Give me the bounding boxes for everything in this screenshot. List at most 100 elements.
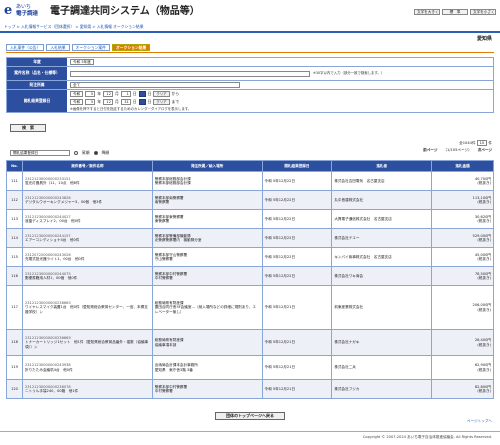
row-no: 114 xyxy=(6,228,23,248)
page: e あいち 電子調達 電子調達共同システム（物品等） 文字を大きく 標 準 文字… xyxy=(0,0,500,445)
from-day-input[interactable]: 1 xyxy=(120,91,131,98)
clear-from-button[interactable]: クリア xyxy=(153,91,170,98)
breadcrumb[interactable]: トップ > 入札情報サービス（団体選択） > 愛知県 > 入札情報 オークション… xyxy=(4,24,144,30)
place: 中村警察署 xyxy=(154,276,173,280)
dept-select[interactable]: 全て xyxy=(70,82,240,88)
from-suffix: から xyxy=(171,91,180,97)
to-era-select[interactable]: 令和 xyxy=(70,99,84,106)
open-date: 令和 5年12月22日 xyxy=(261,209,333,229)
pager: 全1044件 10 件 前ページ （1/105ページ） 次ページ xyxy=(423,140,492,152)
col-amount: 落札金額 xyxy=(431,160,494,172)
tab-bid-results[interactable]: 入札結果 xyxy=(46,44,70,51)
to-year-input[interactable]: 5 xyxy=(85,99,96,106)
total-count: 全1044件 xyxy=(459,140,476,145)
search-button[interactable]: 検 索 xyxy=(10,124,46,132)
case-name-link[interactable]: ワイヤレスマイク装置1台 他0件（愛知県総合教育センター、一宮、本郷支援学校）ン xyxy=(25,305,150,314)
system-title: 電子調達共同システム（物品等） xyxy=(50,6,200,17)
year-select[interactable]: 令和 5年度 xyxy=(70,59,94,65)
open-date: 令和 5年12月22日 xyxy=(261,228,333,248)
back-to-top-button[interactable]: 団体のトップページへ戻る xyxy=(215,412,285,420)
sort-asc-label: 昇順 xyxy=(82,149,90,155)
open-date: 令和 5年12月21日 xyxy=(261,329,333,356)
from-month-unit: 月 xyxy=(114,91,119,97)
table-row: 112 23121230000000243828 デジタルウオーキングメジャー3，… xyxy=(6,190,494,210)
sort-controls: 開札結果登録日 昇順 降順 xyxy=(10,150,109,156)
table-row: 117 23121230000000236663 ワイヤレスマイク装置1台 他0件… xyxy=(6,285,494,330)
page-top-link[interactable]: ページトップへ xyxy=(467,419,492,423)
font-large-button[interactable]: 文字を大きく xyxy=(414,9,440,15)
to-month-input[interactable]: 12 xyxy=(102,99,113,106)
font-small-button[interactable]: 文字を小さく xyxy=(470,9,496,15)
from-month-input[interactable]: 12 xyxy=(102,91,113,98)
tab-auction-cases[interactable]: オークション案件 xyxy=(71,44,110,51)
date-from-line: 令和 5 年 12 月 1 日 日 クリア から xyxy=(70,91,179,98)
winner: 株式会社吉田電気 名古屋支店 xyxy=(331,171,433,191)
table-row: 113 23121230000000244027 液晶ディスプレイ2，00台 他0… xyxy=(6,209,494,229)
open-date: 令和 5年12月21日 xyxy=(261,379,333,399)
tax-note: (税抜き) xyxy=(477,200,491,204)
tax-note: (税抜き) xyxy=(477,307,491,312)
row-no: 111 xyxy=(6,171,23,191)
to-weekday: 日 xyxy=(147,99,152,105)
open-date: 令和 5年12月22日 xyxy=(261,171,333,191)
sort-desc-label: 降順 xyxy=(101,149,110,155)
case-name-link[interactable]: 蛍光灯器具外（11，10点 他8件 xyxy=(25,181,150,185)
open-date: 令和 5年12月22日 xyxy=(261,190,333,210)
row-no: 116 xyxy=(6,266,23,286)
header: e あいち 電子調達 電子調達共同システム（物品等） 文字を大きく 標 準 文字… xyxy=(0,0,500,24)
clear-to-button[interactable]: クリア xyxy=(153,99,170,106)
case-name-link[interactable]: 液晶ディスプレイ2，00台 他0件 xyxy=(25,219,150,223)
winner: 株式会社ナガキ xyxy=(331,329,433,356)
tax-note: (税抜き) xyxy=(477,181,491,185)
place: 愛知県 東庁舎3階 3番 xyxy=(154,367,193,372)
row-no: 118 xyxy=(6,329,23,356)
case-name-link[interactable]: 郵便書籍用人材1，00個 他0件 xyxy=(25,276,150,280)
date-note: ※画像を押下すると日付を指定するためのカレンダーダイアログを表示します。 xyxy=(70,106,192,111)
table-row: 114 23121230000000244157 エアーコンディショナ4台 他0件… xyxy=(6,228,494,248)
results-table: No. 案件番号／案件名称 発注所属／納入場所 開札結果登録日 落札者 落札金額… xyxy=(6,160,494,399)
from-day-unit: 日 xyxy=(132,91,137,97)
case-label: 案件名称（品名・仕様等） xyxy=(7,67,67,80)
tax-note: (税抜き) xyxy=(477,367,491,372)
logo[interactable]: e あいち 電子調達 xyxy=(4,3,44,21)
font-standard-button[interactable]: 標 準 xyxy=(442,9,468,15)
place: 東警察署 xyxy=(154,219,170,223)
case-name-link[interactable]: ニトリル手袋240，00箱 他1件 xyxy=(25,389,150,393)
col-winner: 落札者 xyxy=(331,160,433,172)
sort-desc-radio[interactable] xyxy=(93,151,98,155)
case-name-link[interactable]: デジタルウオーキングメジャー3，00個 他3件 xyxy=(25,200,150,204)
tab-auction-results[interactable]: オークション結果 xyxy=(111,44,151,51)
tab-bid-notice[interactable]: 入札案件（公告） xyxy=(6,44,45,51)
open-date: 令和 5年12月21日 xyxy=(261,285,333,330)
case-name-link[interactable]: エアーコンディショナ4台 他0件 xyxy=(25,238,150,242)
case-name-link[interactable]: 折りたたみ会議机4台 他0件 xyxy=(25,368,150,372)
case-name-input[interactable] xyxy=(70,70,310,77)
winner: 株式会社ワキ商会 xyxy=(331,266,433,286)
per-page-select[interactable]: 10 xyxy=(476,140,488,146)
copyright: Copyright © 2007-2024 あいち電子自治体推進協議会. All… xyxy=(362,435,492,439)
case-row: 案件名称（品名・仕様等） ※30字以内で入力（部分一致で検索します。） xyxy=(7,67,493,81)
from-era-select[interactable]: 令和 xyxy=(70,91,84,98)
place: 守山警察署 xyxy=(154,257,173,261)
to-year-unit: 年 xyxy=(97,99,101,105)
page-info: （1/105ページ） xyxy=(443,148,472,152)
to-day-input[interactable]: 31 xyxy=(120,99,131,106)
place: 豊田合同庁舎3F会議室…（納入場所などの詳細に規則あり、エレベーター無し） xyxy=(154,305,257,314)
from-year-input[interactable]: 5 xyxy=(85,91,96,98)
calendar-icon[interactable] xyxy=(138,91,146,98)
place: 北警察警察署内 機動隊分室 xyxy=(154,238,202,242)
case-name-link[interactable]: 充電式投光器ライト1，00台 他0件 xyxy=(25,257,150,261)
next-page-link[interactable]: 次ページ xyxy=(478,148,492,152)
year-row: 年度 令和 5年度 xyxy=(7,58,493,67)
tax-note: (税抜き) xyxy=(477,238,491,242)
table-row: 115 23120722000000243026 充電式投光器ライト1，00台 他… xyxy=(6,247,494,267)
calendar-icon[interactable] xyxy=(138,99,146,106)
prev-page-link[interactable]: 前ページ xyxy=(423,148,437,152)
sort-select[interactable]: 開札結果登録日 xyxy=(10,150,70,156)
place: 警察本部総務部会計課 xyxy=(154,181,191,185)
place: 中村警察署 xyxy=(154,389,173,393)
case-name-link[interactable]: トナーカートリッジ1セット 他1件（愛知県総合教育品番外・複数（協議事項））ン xyxy=(25,340,150,349)
date-to-line: 令和 5 年 12 月 31 日 日 クリア まで xyxy=(70,99,179,106)
row-no: 112 xyxy=(6,190,23,210)
sort-asc-radio[interactable] xyxy=(74,151,78,155)
